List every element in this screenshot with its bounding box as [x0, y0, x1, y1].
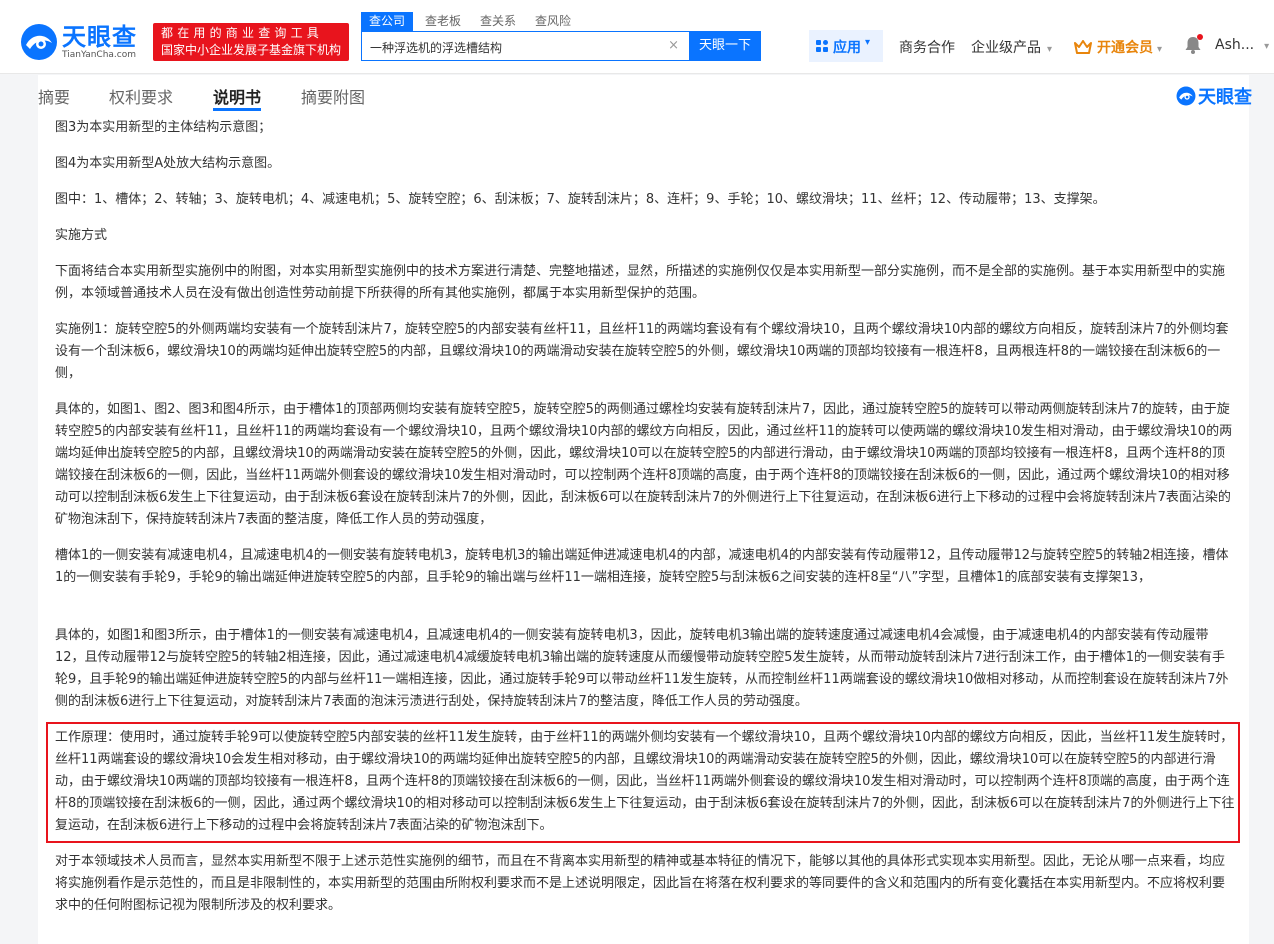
paragraph-legend: 图中：1、槽体；2、转轴；3、旋转电机；4、减速电机；5、旋转空腔；6、刮沫板；… [55, 192, 1106, 207]
search-type-tabs: 查公司 查老板 查关系 查风险 [361, 12, 590, 31]
tab-search-risk[interactable]: 查风险 [535, 12, 571, 31]
logo-eye-icon [21, 24, 57, 60]
paragraph-fig3: 图3为本实用新型的主体结构示意图； [55, 120, 272, 135]
paragraph-fig4: 图4为本实用新型A处放大结构示意图。 [55, 156, 281, 171]
nav-business-label: 商务合作 [899, 40, 955, 56]
apps-grid-icon [816, 40, 828, 52]
slogan-line2: 国家中小企业发展子基金旗下机构 [161, 43, 342, 57]
nav-business[interactable]: 商务合作 [899, 37, 955, 57]
tab-search-boss[interactable]: 查老板 [425, 12, 461, 31]
user-name: Ash... [1215, 37, 1255, 53]
logo-text: 天眼查 TianYanCha.com [62, 24, 137, 61]
nav-app-label: 应用 [833, 40, 861, 56]
chevron-down-icon: ▾ [1264, 41, 1270, 52]
logo-eye-icon [1176, 86, 1196, 106]
doc-tabs: 摘要 权利要求 说明书 摘要附图 天眼查 [38, 75, 1252, 111]
paragraph-structure: 槽体1的一侧安装有减速电机4，且减速电机4的一侧安装有旋转电机3，旋转电机3的输… [55, 548, 1229, 585]
paragraph-embodiment1: 实施例1：旋转空腔5的外侧两端均安装有一个旋转刮沫片7，旋转空腔5的内部安装有丝… [55, 322, 1229, 381]
slogan-badge: 都在用的商业查询工具 国家中小企业发展子基金旗下机构 [153, 23, 349, 61]
paragraph-working-principle: 工作原理：使用时，通过旋转手轮9可以使旋转空腔5内部安装的丝杆11发生旋转，由于… [55, 730, 1235, 833]
paragraph-detail1: 具体的，如图1、图2、图3和图4所示，由于槽体1的顶部两侧均安装有旋转空腔5，旋… [55, 402, 1233, 527]
nav-vip-label: 开通会员 [1097, 40, 1153, 56]
chevron-down-icon: ▾ [865, 37, 871, 48]
tab-abstract[interactable]: 摘要 [38, 84, 70, 108]
user-menu[interactable]: Ash... ▾ [1215, 37, 1269, 53]
clear-icon[interactable]: × [668, 38, 679, 53]
search-input[interactable]: 一种浮选机的浮选槽结构 × [361, 31, 690, 61]
chevron-down-icon: ▾ [1047, 44, 1053, 55]
notification-dot [1197, 34, 1203, 40]
top-header: 天眼查 TianYanCha.com 都在用的商业查询工具 国家中小企业发展子基… [0, 0, 1274, 74]
section-heading: 实施方式 [55, 228, 108, 243]
nav-app-menu[interactable]: 应用 ▾ [809, 30, 883, 62]
logo-english: TianYanCha.com [62, 49, 137, 60]
paragraph-conclusion: 对于本领域技术人员而言，显然本实用新型不限于上述示范性实施例的细节，而且在不背离… [55, 854, 1226, 913]
crown-icon [1074, 40, 1092, 54]
paragraph-detail2: 具体的，如图1和图3所示，由于槽体1的一侧安装有减速电机4，且减速电机4的一侧安… [55, 628, 1229, 709]
tab-description[interactable]: 说明书 [213, 84, 261, 108]
tab-abstract-figure[interactable]: 摘要附图 [301, 84, 365, 108]
brand-watermark: 天眼查 [1176, 83, 1252, 109]
logo-chinese: 天眼查 [62, 22, 137, 51]
tab-search-relation[interactable]: 查关系 [480, 12, 516, 31]
chevron-down-icon: ▾ [1157, 44, 1163, 55]
tab-claims[interactable]: 权利要求 [109, 84, 173, 108]
nav-vip[interactable]: 开通会员 ▾ [1074, 37, 1162, 57]
nav-enterprise-label: 企业级产品 [971, 40, 1041, 56]
tab-search-company[interactable]: 查公司 [361, 12, 414, 31]
paragraph-intro: 下面将结合本实用新型实施例中的附图，对本实用新型实施例中的技术方案进行清楚、完整… [55, 264, 1226, 301]
search-button[interactable]: 天眼一下 [689, 31, 761, 61]
search-input-value[interactable]: 一种浮选机的浮选槽结构 [370, 39, 502, 56]
patent-detail-card: 摘要 权利要求 说明书 摘要附图 天眼查 图3为本实用新型的主体结构示意图； 图… [38, 75, 1252, 944]
nav-enterprise[interactable]: 企业级产品 ▾ [971, 37, 1052, 57]
active-tab-indicator [213, 108, 261, 111]
slogan-line1: 都在用的商业查询工具 [161, 26, 324, 40]
site-logo[interactable]: 天眼查 TianYanCha.com [20, 22, 137, 62]
brand-text: 天眼查 [1198, 87, 1252, 108]
